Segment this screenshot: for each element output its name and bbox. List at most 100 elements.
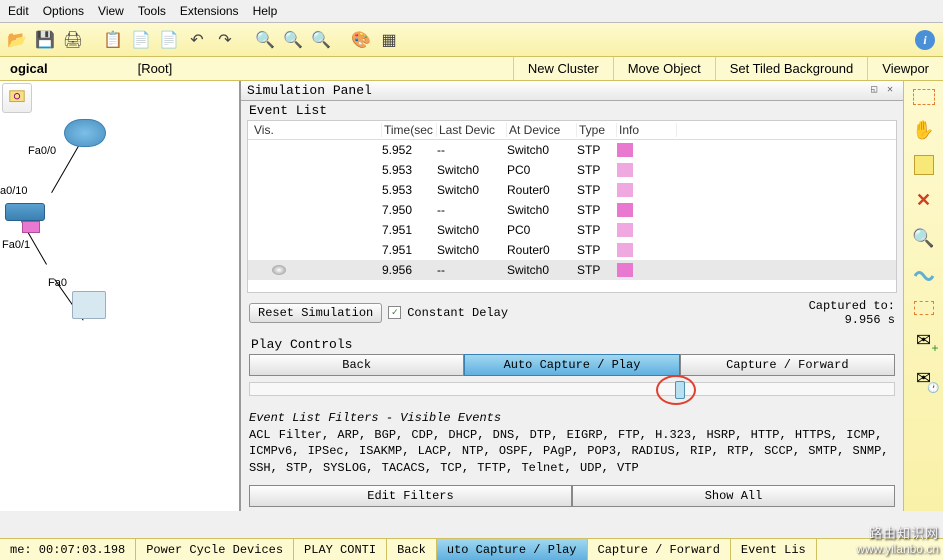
show-all-button[interactable]: Show All [572, 485, 895, 507]
reset-simulation-button[interactable]: Reset Simulation [249, 303, 382, 323]
col-last[interactable]: Last Devic [437, 123, 507, 137]
auto-capture-play-button[interactable]: Auto Capture / Play [464, 354, 679, 376]
main-toolbar: 📂 💾 🖨 📋 📄 📄 ↶ ↷ 🔍 🔍 🔍 🎨 ▦ i [0, 23, 943, 57]
menu-view[interactable]: View [98, 4, 124, 18]
captured-to-label: Captured to: [809, 299, 895, 313]
watermark-line2: www.yilanbo.cn [856, 542, 939, 556]
select-marquee-icon[interactable] [913, 89, 935, 105]
undo-icon[interactable]: ↶ [186, 29, 208, 51]
zoom-in-icon[interactable]: 🔍 [254, 29, 276, 51]
set-tiled-bg-button[interactable]: Set Tiled Background [715, 57, 868, 80]
cell-time: 5.952 [382, 143, 437, 157]
hand-icon[interactable]: ✋ [911, 117, 937, 143]
zoom-out-icon[interactable]: 🔍 [310, 29, 332, 51]
menu-help[interactable]: Help [253, 4, 278, 18]
palette-icon[interactable]: 🎨 [350, 29, 372, 51]
menu-edit[interactable]: Edit [8, 4, 29, 18]
copy-icon[interactable]: 📋 [102, 29, 124, 51]
pdu-envelope-icon[interactable] [22, 221, 40, 233]
col-info[interactable]: Info [617, 123, 677, 137]
cell-type: STP [577, 263, 617, 277]
close-icon[interactable]: ✕ [883, 84, 897, 98]
info-swatch[interactable] [617, 263, 633, 277]
info-swatch[interactable] [617, 143, 633, 157]
router-node[interactable] [64, 119, 106, 147]
constant-delay-label: Constant Delay [407, 306, 508, 320]
cell-type: STP [577, 243, 617, 257]
shape-icon[interactable] [911, 263, 937, 289]
cell-type: STP [577, 183, 617, 197]
col-time[interactable]: Time(sec [382, 123, 437, 137]
info-swatch[interactable] [617, 163, 633, 177]
back-button[interactable]: Back [249, 354, 464, 376]
table-row[interactable]: 5.953Switch0Router0STP [248, 180, 896, 200]
info-swatch[interactable] [617, 243, 633, 257]
event-list-label: Event List [241, 101, 903, 120]
table-row[interactable]: 7.950--Switch0STP [248, 200, 896, 220]
sim-panel-title: Simulation Panel [247, 83, 372, 98]
switch-node[interactable] [5, 203, 45, 221]
save-icon[interactable]: 💾 [34, 29, 56, 51]
redo-icon[interactable]: ↷ [214, 29, 236, 51]
info-icon[interactable]: i [915, 30, 935, 50]
resize-icon[interactable] [914, 301, 934, 315]
new-cluster-button[interactable]: New Cluster [513, 57, 613, 80]
cell-last: Switch0 [437, 183, 507, 197]
table-row[interactable]: 5.952--Switch0STP [248, 140, 896, 160]
constant-delay-checkbox[interactable]: ✓ [388, 306, 401, 319]
envelope-plus-icon[interactable]: ✉+ [911, 327, 937, 353]
status-capture-forward[interactable]: Capture / Forward [588, 539, 731, 560]
print-icon[interactable]: 🖨 [62, 29, 84, 51]
watermark-line1: 路由知识网 [856, 523, 939, 542]
note-icon[interactable] [914, 155, 934, 175]
paste-icon[interactable]: 📄 [130, 29, 152, 51]
delete-x-icon[interactable]: ✕ [911, 187, 937, 213]
col-type[interactable]: Type [577, 123, 617, 137]
cell-type: STP [577, 163, 617, 177]
status-bar: me: 00:07:03.198 Power Cycle Devices PLA… [0, 538, 943, 560]
table-row[interactable]: 7.951Switch0Router0STP [248, 240, 896, 260]
cell-time: 7.950 [382, 203, 437, 217]
info-swatch[interactable] [617, 223, 633, 237]
zoom-reset-icon[interactable]: 🔍 [282, 29, 304, 51]
edit-filters-button[interactable]: Edit Filters [249, 485, 572, 507]
status-back[interactable]: Back [387, 539, 437, 560]
speed-slider[interactable] [249, 382, 895, 396]
status-event-list[interactable]: Event Lis [731, 539, 817, 560]
menu-options[interactable]: Options [43, 4, 84, 18]
pc-node[interactable] [72, 291, 106, 319]
port-label-fa00: Fa0/0 [28, 145, 56, 157]
cell-last: -- [437, 143, 507, 157]
info-swatch[interactable] [617, 203, 633, 217]
table-row[interactable]: 5.953Switch0PC0STP [248, 160, 896, 180]
move-object-button[interactable]: Move Object [613, 57, 715, 80]
status-power-cycle[interactable]: Power Cycle Devices [136, 539, 294, 560]
col-at[interactable]: At Device [507, 123, 577, 137]
event-list-header: Vis. Time(sec Last Devic At Device Type … [248, 121, 896, 140]
capture-forward-button[interactable]: Capture / Forward [680, 354, 895, 376]
navigator-tool[interactable] [2, 83, 32, 113]
topology-canvas[interactable]: Fa0/0 a0/10 Fa0/1 Fa0 [0, 81, 240, 511]
viewport-button[interactable]: Viewpor [867, 57, 943, 80]
menu-tools[interactable]: Tools [138, 4, 166, 18]
col-vis[interactable]: Vis. [252, 123, 382, 137]
play-controls-label: Play Controls [251, 337, 893, 352]
menu-extensions[interactable]: Extensions [180, 4, 239, 18]
logical-tab[interactable]: ogical [0, 61, 58, 76]
paste-icon[interactable]: 📄 [158, 29, 180, 51]
info-swatch[interactable] [617, 183, 633, 197]
annotation-circle [656, 375, 696, 405]
status-auto-capture[interactable]: uto Capture / Play [437, 539, 588, 560]
open-folder-icon[interactable]: 📂 [6, 29, 28, 51]
table-row[interactable]: 9.956--Switch0STP [248, 260, 896, 280]
device-icon[interactable]: ▦ [378, 29, 400, 51]
envelope-clock-icon[interactable]: ✉🕐 [911, 365, 937, 391]
magnify-icon[interactable]: 🔍 [911, 225, 937, 251]
status-time: me: 00:07:03.198 [0, 539, 136, 560]
cell-time: 7.951 [382, 223, 437, 237]
table-row[interactable]: 7.951Switch0PC0STP [248, 220, 896, 240]
root-breadcrumb[interactable]: [Root] [138, 61, 173, 76]
cell-last: -- [437, 263, 507, 277]
dock-icon[interactable]: ◱ [867, 84, 881, 98]
cell-last: -- [437, 203, 507, 217]
